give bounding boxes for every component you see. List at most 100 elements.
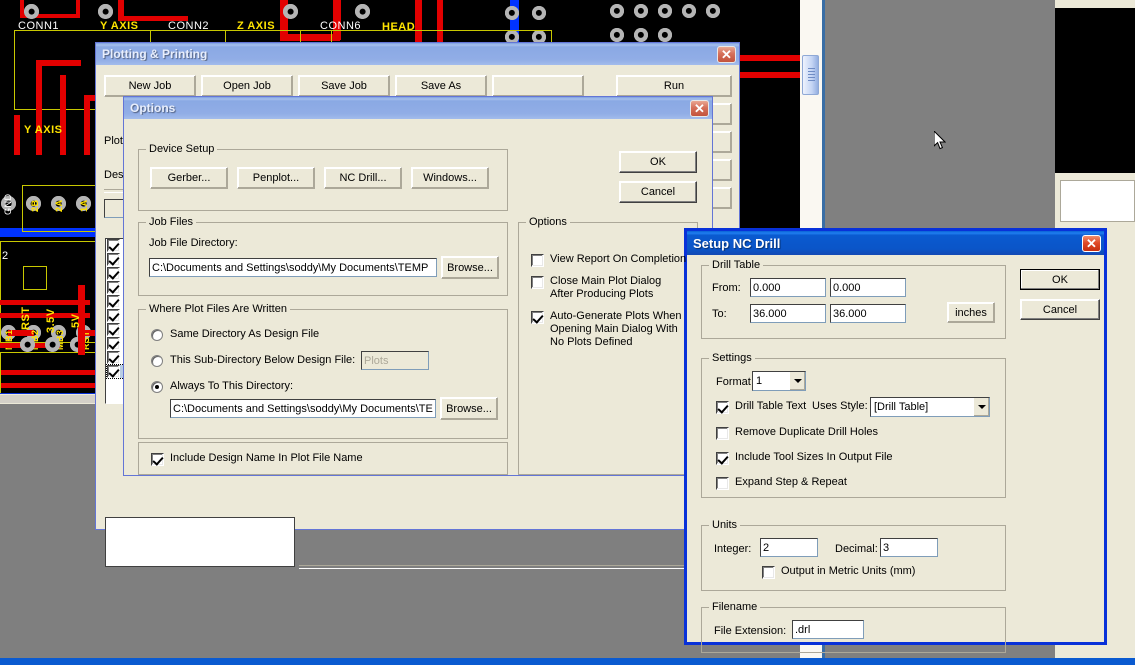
plot-enabled-checkbox[interactable] xyxy=(107,267,120,280)
format-label: Format xyxy=(716,376,751,388)
format-combo-value: 1 xyxy=(756,375,763,387)
file-extension-input[interactable]: .drl xyxy=(792,620,864,639)
plot-enabled-checkbox[interactable] xyxy=(107,323,120,336)
pcb-label: Y AXIS xyxy=(100,20,139,32)
settings-legend: Settings xyxy=(709,352,755,364)
nc-drill-ok-button[interactable]: OK xyxy=(1020,269,1100,290)
radio-same-directory[interactable] xyxy=(151,329,163,341)
device-setup-legend: Device Setup xyxy=(146,143,218,155)
nc-drill-titlebar[interactable]: Setup NC Drill ✕ xyxy=(687,231,1104,255)
options-title: Options xyxy=(130,101,176,115)
decimal-input[interactable]: 3 xyxy=(880,538,938,557)
drill-from-y-input[interactable]: 0.000 xyxy=(830,278,906,297)
include-design-name-checkbox[interactable] xyxy=(151,453,164,466)
job-file-directory-input[interactable]: C:\Documents and Settings\soddy\My Docum… xyxy=(149,258,437,277)
plot-enabled-checkbox[interactable] xyxy=(107,351,120,364)
radio-always-directory[interactable] xyxy=(151,381,163,393)
drill-table-group: Drill Table From: 0.000 0.000 To: 36.000… xyxy=(701,259,1006,339)
pcb-label: GND xyxy=(3,193,13,216)
include-design-name-group: Include Design Name In Plot File Name xyxy=(138,442,508,475)
right-preview-black[interactable] xyxy=(1055,8,1135,173)
plotting-titlebar[interactable]: Plotting & Printing ✕ xyxy=(96,43,739,65)
options-body: OK Cancel Device Setup Gerber... Penplot… xyxy=(124,119,712,475)
plotting-title: Plotting & Printing xyxy=(102,47,208,61)
plot-label: Plot xyxy=(104,135,123,147)
penplot-button[interactable]: Penplot... xyxy=(237,167,315,189)
plot-enabled-checkbox[interactable] xyxy=(107,281,120,294)
cancel-button[interactable]: Cancel xyxy=(619,181,697,203)
radio-sub-directory[interactable] xyxy=(151,355,163,367)
taskbar[interactable] xyxy=(0,658,1135,665)
metric-units-checkbox[interactable] xyxy=(762,566,775,579)
plot-enabled-checkbox[interactable] xyxy=(107,253,120,266)
uses-style-label: Uses Style: xyxy=(812,400,868,412)
sub-directory-input[interactable]: Plots xyxy=(361,351,429,370)
remove-duplicate-holes-checkbox[interactable] xyxy=(716,427,729,440)
close-icon[interactable]: ✕ xyxy=(717,45,736,63)
save-as-button[interactable]: Save As xyxy=(395,75,487,97)
close-icon[interactable]: ✕ xyxy=(690,99,709,117)
units-legend: Units xyxy=(709,519,741,531)
pcb-label: CONN2 xyxy=(168,20,210,32)
pcb-canvas-lower[interactable]: RST 3.5V 5V GND xyxy=(0,225,96,393)
editor-hscroll[interactable] xyxy=(0,395,96,403)
radio-same-directory-label: Same Directory As Design File xyxy=(170,328,320,340)
pcb-label: 1A xyxy=(79,199,89,212)
plot-enabled-checkbox[interactable] xyxy=(107,365,120,378)
auto-generate-plots-checkbox[interactable] xyxy=(531,311,544,324)
style-combo[interactable]: [Drill Table] xyxy=(870,397,990,417)
include-tool-sizes-checkbox[interactable] xyxy=(716,452,729,465)
filename-group: Filename File Extension: .drl xyxy=(701,601,1006,653)
units-toggle-button[interactable]: inches xyxy=(947,302,995,323)
options-titlebar[interactable]: Options ✕ xyxy=(124,97,712,119)
pcb-label: RST xyxy=(20,306,32,331)
pcb-label: 3.5V xyxy=(45,308,57,333)
vertical-scrollbar[interactable] xyxy=(802,55,819,95)
plot-enabled-checkbox[interactable] xyxy=(107,309,120,322)
include-design-name-label: Include Design Name In Plot File Name xyxy=(170,452,363,464)
expand-step-repeat-checkbox[interactable] xyxy=(716,477,729,490)
plot-enabled-checkbox[interactable] xyxy=(107,295,120,308)
view-report-checkbox[interactable] xyxy=(531,254,544,267)
plot-preview-pane[interactable] xyxy=(105,517,295,567)
setup-nc-drill-window[interactable]: Setup NC Drill ✕ OK Cancel Drill Table F… xyxy=(684,228,1107,653)
pcb-label: HEAD xyxy=(382,21,416,33)
open-job-button[interactable]: Open Job xyxy=(201,75,293,97)
drill-table-legend: Drill Table xyxy=(709,259,764,271)
nc-drill-button[interactable]: NC Drill... xyxy=(324,167,402,189)
ok-button[interactable]: OK xyxy=(619,151,697,173)
chevron-down-icon[interactable] xyxy=(789,372,805,390)
save-job-button[interactable]: Save Job xyxy=(298,75,390,97)
toolbar-spacer-button[interactable] xyxy=(492,75,584,97)
integer-input[interactable]: 2 xyxy=(760,538,818,557)
drill-table-text-checkbox[interactable] xyxy=(716,401,729,414)
auto-generate-plots-label: Auto-Generate Plots When Opening Main Di… xyxy=(550,310,682,348)
right-preview-white[interactable] xyxy=(1060,180,1135,222)
gerber-button[interactable]: Gerber... xyxy=(150,167,228,189)
options-window[interactable]: Options ✕ OK Cancel Device Setup Gerber.… xyxy=(123,96,713,476)
always-directory-browse-button[interactable]: Browse... xyxy=(440,397,498,420)
plot-enabled-checkbox[interactable] xyxy=(107,239,120,252)
always-directory-input[interactable]: C:\Documents and Settings\soddy\My Docum… xyxy=(170,399,436,418)
windows-button[interactable]: Windows... xyxy=(411,167,489,189)
job-file-browse-button[interactable]: Browse... xyxy=(441,256,499,279)
close-icon[interactable]: ✕ xyxy=(1082,234,1101,252)
scrollbar-grip-icon xyxy=(808,68,815,83)
integer-label: Integer: xyxy=(714,543,752,555)
pcb-label: 2B xyxy=(30,199,40,212)
drill-table-text-label: Drill Table Text xyxy=(735,400,807,412)
plot-enabled-checkbox[interactable] xyxy=(107,337,120,350)
drill-to-y-input[interactable]: 36.000 xyxy=(830,304,906,323)
chevron-down-icon[interactable] xyxy=(973,398,989,416)
new-job-button[interactable]: New Job xyxy=(104,75,196,97)
run-button[interactable]: Run xyxy=(616,75,732,97)
where-plot-files-group: Where Plot Files Are Written Same Direct… xyxy=(138,303,508,439)
drill-from-x-input[interactable]: 0.000 xyxy=(750,278,826,297)
pcb-label: 2A xyxy=(54,199,64,212)
close-main-plot-dialog-label: Close Main Plot Dialog After Producing P… xyxy=(550,275,662,300)
close-main-plot-dialog-checkbox[interactable] xyxy=(531,276,544,289)
nc-drill-cancel-button[interactable]: Cancel xyxy=(1020,299,1100,320)
options-group: Options View Report On Completion Close … xyxy=(518,216,698,475)
format-combo[interactable]: 1 xyxy=(752,371,806,391)
drill-to-x-input[interactable]: 36.000 xyxy=(750,304,826,323)
